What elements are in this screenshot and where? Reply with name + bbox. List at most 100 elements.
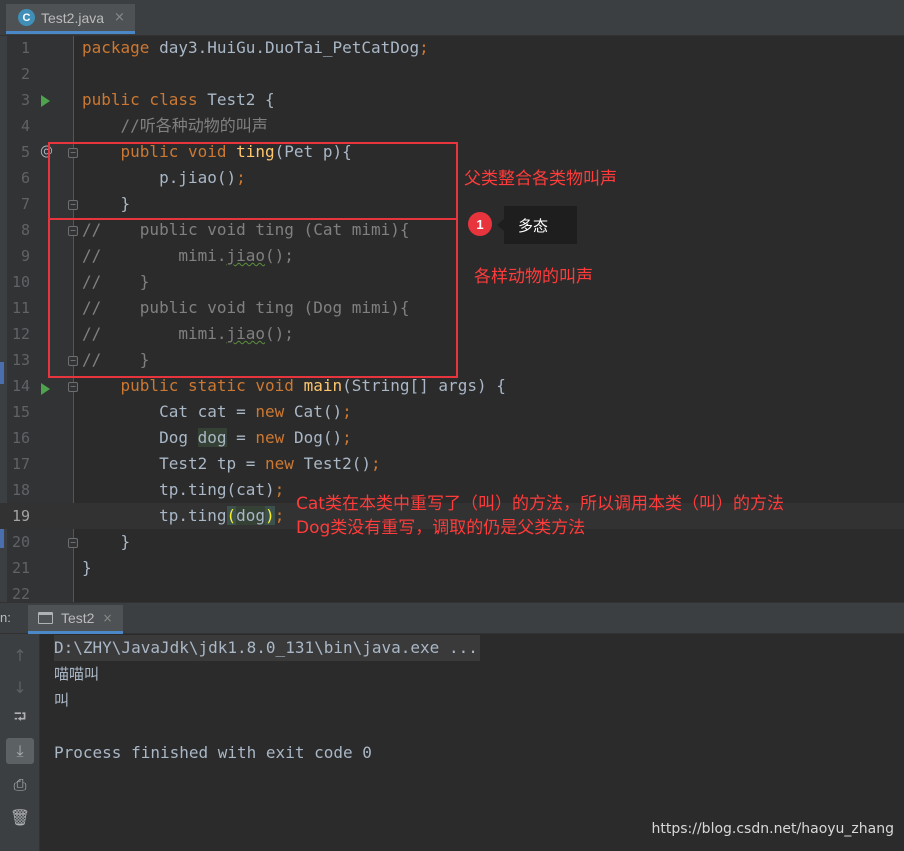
trash-icon[interactable]: 🗑 [6, 804, 34, 830]
code-token: } [82, 558, 92, 577]
code-token: public static void [120, 376, 304, 395]
line-number: 12 [11, 325, 30, 343]
run-panel-prefix: n: [0, 610, 11, 625]
code-line[interactable]: 1 package day3.HuiGu.DuoTai_PetCatDog; [0, 36, 904, 61]
code-token: tp.ting [82, 506, 227, 525]
down-arrow-icon[interactable]: ↓ [6, 674, 34, 700]
console-output-line: 叫 [54, 691, 70, 709]
code-token: new [255, 428, 294, 447]
annotation-animal-calls: 各样动物的叫声 [474, 267, 593, 287]
console-output-line: 喵喵叫 [54, 665, 100, 683]
fold-icon[interactable]: − [68, 538, 78, 548]
console-output[interactable]: D:\ZHY\JavaJdk\jdk1.8.0_131\bin\java.exe… [41, 634, 904, 851]
print-icon[interactable]: ⎙ [6, 772, 34, 798]
code-token: ; [274, 480, 285, 499]
code-token: ; [419, 38, 429, 57]
code-token: new [255, 402, 294, 421]
line-number: 14 [11, 377, 30, 395]
code-token: tp.ting(cat) [82, 480, 275, 499]
run-tab-label: Test2 [61, 610, 95, 626]
line-number: 19 [11, 507, 30, 525]
code-token: dog [197, 428, 227, 447]
code-line[interactable]: 15 Cat cat = new Cat(); [0, 399, 904, 425]
scroll-to-end-icon[interactable]: ⤓ [6, 738, 34, 764]
run-tab-test2[interactable]: Test2 × [28, 605, 123, 634]
line-number: 10 [11, 273, 30, 291]
code-token: new [265, 454, 304, 473]
code-text: tp.ting(cat); [82, 477, 284, 503]
annotation-dog-note: Dog类没有重写，调取的仍是父类方法 [296, 518, 586, 538]
line-number: 17 [11, 455, 30, 473]
code-token: dog [236, 506, 266, 525]
code-line[interactable]: 2 [0, 61, 904, 87]
console-command-line: D:\ZHY\JavaJdk\jdk1.8.0_131\bin\java.exe… [54, 635, 480, 661]
console-icon [38, 612, 53, 624]
code-line[interactable]: 4 //听各种动物的叫声 [0, 113, 904, 139]
code-text: Cat cat = new Cat(); [82, 399, 352, 425]
line-number: 7 [20, 195, 30, 213]
code-token: ; [274, 506, 285, 525]
watermark: https://blog.csdn.net/haoyu_zhang [651, 821, 895, 837]
up-arrow-icon[interactable]: ↑ [6, 642, 34, 668]
code-text: Test2 tp = new Test2(); [82, 451, 381, 477]
code-editor[interactable]: 1 package day3.HuiGu.DuoTai_PetCatDog; 2 3 p… [0, 36, 904, 602]
close-icon[interactable]: × [102, 611, 112, 625]
fold-icon[interactable]: − [68, 382, 78, 392]
code-token: } [82, 532, 131, 551]
code-text: Dog dog = new Dog(); [82, 425, 352, 451]
code-token: Test2 tp = [82, 454, 266, 473]
code-line[interactable]: 16 Dog dog = new Dog(); [0, 425, 904, 451]
code-token: Cat cat = [82, 402, 256, 421]
code-line[interactable]: 17 Test2 tp = new Test2(); [0, 451, 904, 477]
console-exit-line: Process finished with exit code 0 [54, 743, 372, 762]
code-token: (String[] args) { [342, 376, 506, 395]
tooltip-text: 多态 [518, 216, 549, 235]
code-token: Cat() [293, 402, 343, 421]
line-number: 20 [11, 533, 30, 551]
line-number: 3 [20, 91, 30, 109]
line-number: 4 [20, 117, 30, 135]
editor-tab-bar: C Test2.java × [0, 0, 904, 36]
annotation-tooltip: 多态 [497, 206, 577, 244]
line-number: 11 [11, 299, 30, 317]
code-token: Dog [82, 428, 198, 447]
line-number: 8 [20, 221, 30, 239]
close-icon[interactable]: × [114, 10, 125, 25]
code-line[interactable]: 21} [0, 555, 904, 581]
code-token: ( [226, 506, 237, 525]
run-main-icon[interactable] [41, 383, 50, 395]
code-token: main [303, 376, 343, 395]
code-token: //听各种动物的叫声 [82, 116, 268, 135]
code-token: Test2 { [207, 90, 275, 109]
code-token: ; [342, 428, 352, 447]
line-number: 5 [20, 143, 30, 161]
run-toolbar: ↑ ↓ ⮒ ⤓ ⎙ 🗑 [0, 634, 40, 851]
line-number: 22 [11, 585, 30, 602]
parent-method-highlight-box [48, 142, 458, 220]
line-number: 21 [11, 559, 30, 577]
code-token: ) [265, 506, 275, 525]
editor-tab-label: Test2.java [41, 9, 105, 26]
line-number: 16 [11, 429, 30, 447]
code-token: Test2() [303, 454, 371, 473]
code-line[interactable]: 22 [0, 581, 904, 602]
annotation-cat-note: Cat类在本类中重写了（叫）的方法，所以调用本类（叫）的方法 [296, 494, 784, 514]
annotation-badge: 1 [468, 212, 492, 236]
code-token: ; [371, 454, 381, 473]
code-token: public class [82, 90, 208, 109]
line-number: 15 [11, 403, 30, 421]
code-text: package day3.HuiGu.DuoTai_PetCatDog; [82, 36, 429, 61]
run-panel-header: n: Test2 × [0, 602, 904, 634]
line-number: 6 [20, 169, 30, 187]
code-text: } [82, 555, 92, 581]
line-number: 13 [11, 351, 30, 369]
run-class-icon[interactable] [41, 95, 50, 107]
annotation-parent-call: 父类整合各类物叫声 [464, 169, 617, 189]
line-number: 1 [20, 39, 30, 57]
soft-wrap-icon[interactable]: ⮒ [6, 706, 34, 732]
code-line[interactable]: 3 public class Test2 { [0, 87, 904, 113]
code-token: Dog() [293, 428, 343, 447]
code-text: //听各种动物的叫声 [82, 113, 268, 139]
editor-tab-test2[interactable]: C Test2.java × [6, 4, 135, 34]
